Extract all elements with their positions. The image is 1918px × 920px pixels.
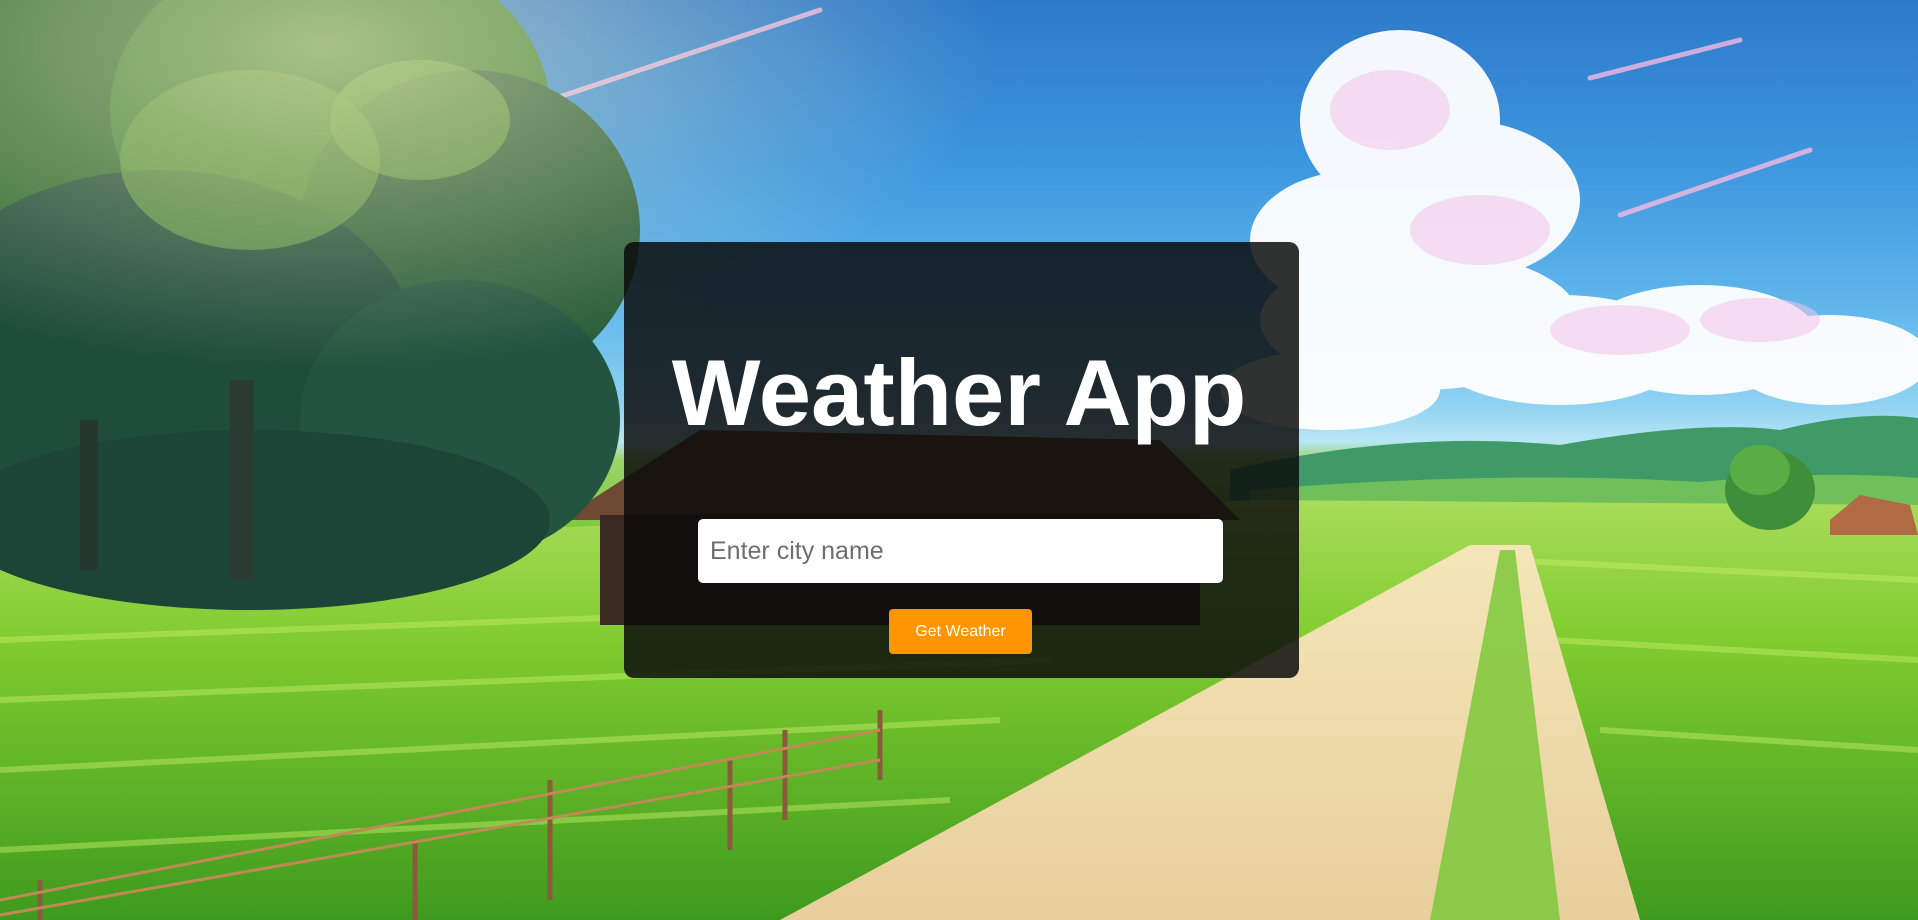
page-title: Weather App (671, 340, 1247, 445)
get-weather-button[interactable]: Get Weather (889, 609, 1032, 654)
app-root: Weather App Get Weather (0, 0, 1918, 920)
city-search-input[interactable] (698, 519, 1223, 583)
